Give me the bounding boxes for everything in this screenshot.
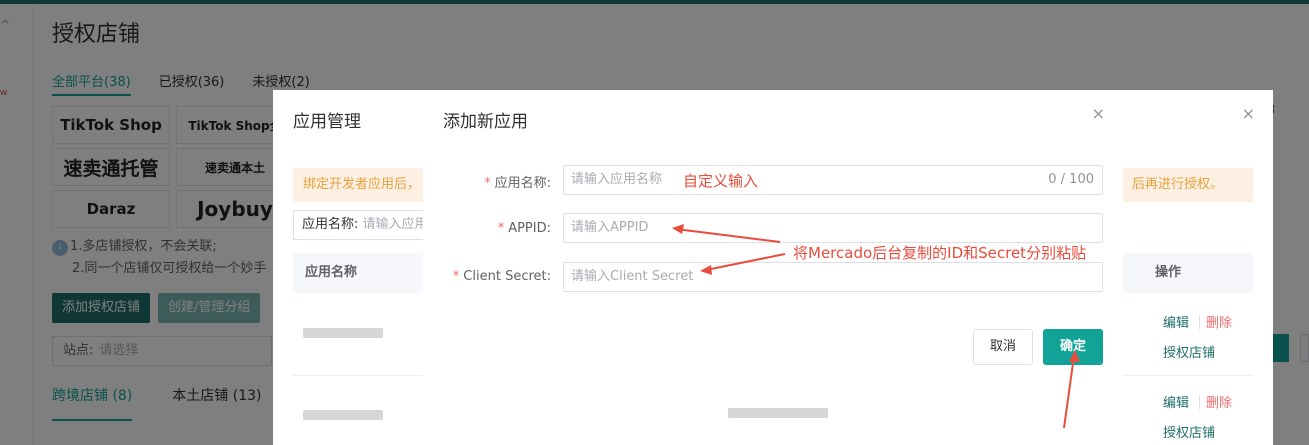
delete-link[interactable]: 删除 <box>1206 312 1232 331</box>
filter-label: 应用名称: <box>302 217 359 232</box>
blurred-app-name <box>303 410 383 420</box>
filter-placeholder: 请输入应用 <box>362 217 428 232</box>
appid-placeholder: 请输入APPID <box>571 220 649 235</box>
client-secret-label: * Client Secret: <box>452 269 551 284</box>
dialog-title: 添加新应用 <box>443 112 528 132</box>
add-app-dialog: 添加新应用 × * 应用名称: 请输入应用名称 0 / 100 * APPID: 请… <box>423 90 1123 385</box>
col-actions: 操作 <box>1155 265 1182 280</box>
blurred-app-id <box>728 408 828 418</box>
edit-link[interactable]: 编辑 <box>1163 312 1189 331</box>
warning-text-left: 绑定开发者应用后， <box>303 177 421 192</box>
dialog-close-icon[interactable]: × <box>1092 104 1105 123</box>
annotation-paste-hint: 将Mercado后台复制的ID和Secret分别粘贴 <box>793 244 1087 262</box>
client-secret-input[interactable]: 请输入Client Secret <box>563 262 1103 292</box>
char-counter: 0 / 100 <box>1048 172 1094 187</box>
panel-close-icon[interactable]: × <box>1242 104 1255 123</box>
appid-label: * APPID: <box>497 221 551 236</box>
cancel-button[interactable]: 取消 <box>973 329 1033 365</box>
panel-title: 应用管理 <box>293 112 361 132</box>
annotation-custom-input: 自定义输入 <box>683 172 759 190</box>
delete-link[interactable]: 删除 <box>1206 392 1232 411</box>
confirm-button[interactable]: 确定 <box>1043 329 1103 365</box>
edit-link[interactable]: 编辑 <box>1163 392 1189 411</box>
divider <box>1199 315 1200 329</box>
authorize-shop-link[interactable]: 授权店铺 <box>1163 342 1215 361</box>
client-secret-placeholder: 请输入Client Secret <box>571 269 694 284</box>
authorize-shop-link[interactable]: 授权店铺 <box>1163 422 1215 441</box>
divider <box>1199 395 1200 409</box>
col-app-name: 应用名称 <box>305 265 358 280</box>
appid-input[interactable]: 请输入APPID <box>563 213 1103 243</box>
app-name-input[interactable]: 请输入应用名称 0 / 100 <box>563 165 1103 195</box>
warning-text-right: 后再进行授权。 <box>1131 177 1223 192</box>
blurred-app-name <box>303 328 383 338</box>
app-name-label: * 应用名称: <box>484 176 551 191</box>
app-name-placeholder: 请输入应用名称 <box>571 172 663 187</box>
